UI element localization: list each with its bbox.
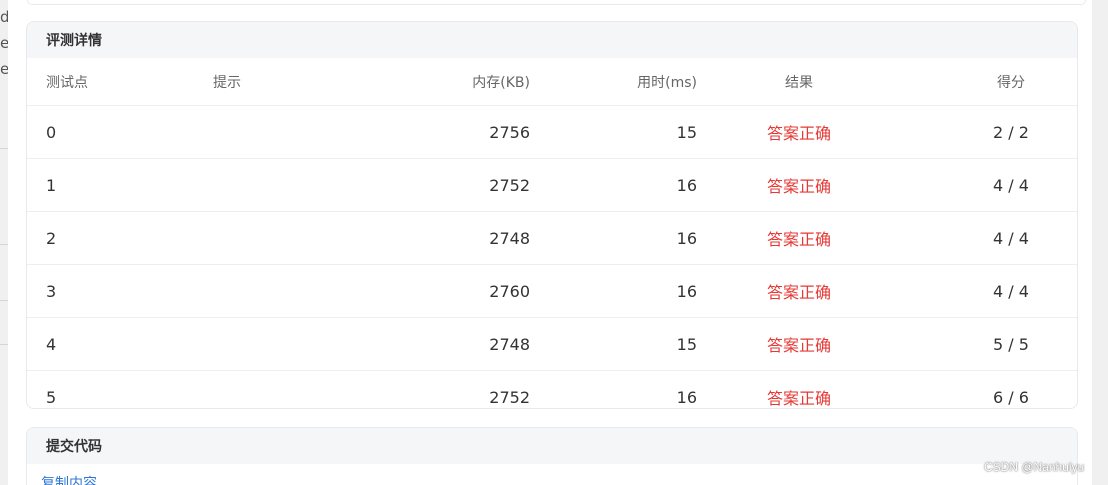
test-point-id: 1: [27, 158, 212, 212]
test-point-memory: 2748: [344, 211, 531, 265]
test-point-score: 4 / 4: [900, 158, 1077, 212]
test-point-result: 答案正确: [766, 389, 831, 408]
test-point-result: 答案正确: [698, 105, 900, 159]
test-point-hint: [212, 317, 344, 371]
table-row: 2 2748 16 答案正确 4 / 4: [27, 211, 1077, 265]
table-row: 4 2748 15 答案正确 5 / 5: [27, 317, 1077, 371]
test-point-memory: 2748: [344, 317, 531, 371]
judge-details-card: 评测详情 测试点 提示 内存(KB) 用时(ms) 结果 得分 0 2756 1…: [26, 21, 1078, 409]
table-row: 1 2752 16 答案正确 4 / 4: [27, 158, 1077, 212]
test-point-memory: 2752: [344, 158, 531, 212]
judge-results-table: 测试点 提示 内存(KB) 用时(ms) 结果 得分 0 2756 15 答案正…: [27, 58, 1077, 409]
test-point-result: 答案正确: [698, 317, 900, 371]
column-header-hint: 提示: [212, 58, 344, 106]
test-point-id: 0: [27, 105, 212, 159]
background-divider: [0, 300, 8, 301]
table-row: 3 2760 16 答案正确 4 / 4: [27, 264, 1077, 318]
test-point-hint: [212, 211, 344, 265]
test-point-score: 6 / 6: [993, 387, 1029, 407]
test-point-id: 3: [27, 264, 212, 318]
test-point-result: 答案正确: [698, 264, 900, 318]
test-point-id: 4: [27, 317, 212, 371]
test-point-score: 4 / 4: [900, 211, 1077, 265]
submitted-code-card: 提交代码: [26, 427, 1078, 485]
table-row: 5 2752 16 答案正确 6 / 6: [27, 371, 1077, 409]
table-header-row: 测试点 提示 内存(KB) 用时(ms) 结果 得分: [27, 58, 1077, 106]
submitted-code-title: 提交代码: [27, 428, 1077, 464]
test-point-memory: 2756: [344, 105, 531, 159]
background-divider: [0, 344, 8, 345]
column-header-result: 结果: [698, 58, 900, 106]
test-point-hint: [212, 105, 344, 159]
test-point-time: 16: [531, 264, 698, 318]
test-point-id: 5: [46, 387, 57, 407]
test-point-hint: [212, 264, 344, 318]
test-point-time: 15: [531, 105, 698, 159]
column-header-test-point: 测试点: [27, 58, 212, 106]
background-divider: [0, 148, 8, 149]
test-point-id: 2: [27, 211, 212, 265]
column-header-score: 得分: [900, 58, 1077, 106]
table-row: 0 2756 15 答案正确 2 / 2: [27, 105, 1077, 159]
test-point-memory: 2752: [489, 387, 530, 407]
test-point-result: 答案正确: [698, 158, 900, 212]
judge-details-title: 评测详情: [27, 22, 1077, 58]
test-point-score: 2 / 2: [900, 105, 1077, 159]
previous-card-bottom: [27, 0, 1086, 5]
copy-code-link[interactable]: 复制内容: [41, 473, 97, 485]
background-divider: [0, 244, 8, 245]
column-header-time: 用时(ms): [531, 58, 698, 106]
test-point-time: 15: [531, 317, 698, 371]
test-point-hint: [212, 371, 344, 409]
test-point-time: 16: [676, 387, 697, 407]
test-point-hint: [212, 158, 344, 212]
test-point-time: 16: [531, 211, 698, 265]
test-point-memory: 2760: [344, 264, 531, 318]
test-point-time: 16: [531, 158, 698, 212]
test-point-score: 5 / 5: [900, 317, 1077, 371]
column-header-memory: 内存(KB): [344, 58, 531, 106]
submission-modal: 评测详情 测试点 提示 内存(KB) 用时(ms) 结果 得分 0 2756 1…: [8, 0, 1092, 485]
test-point-result: 答案正确: [698, 211, 900, 265]
csdn-watermark: CSDN @Nanhuiyu: [984, 460, 1085, 474]
test-point-score: 4 / 4: [900, 264, 1077, 318]
